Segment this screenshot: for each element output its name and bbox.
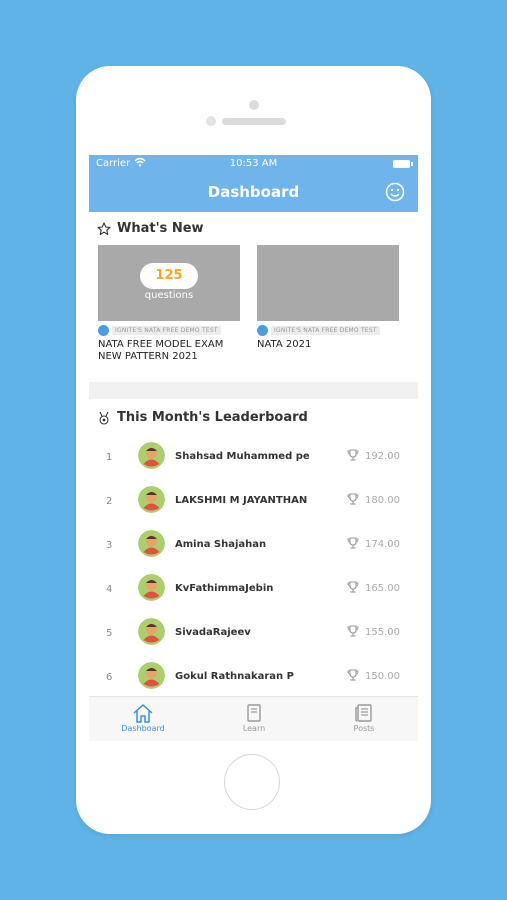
trophy-icon xyxy=(347,581,359,593)
section-divider xyxy=(89,382,418,399)
user-name: Amina Shajahan xyxy=(175,539,267,550)
medal-icon xyxy=(99,411,109,425)
pencil-icon xyxy=(98,325,109,336)
rank-number: 3 xyxy=(106,540,113,551)
document-icon xyxy=(257,325,268,336)
tab-dashboard[interactable]: Dashboard xyxy=(108,703,178,733)
trophy-icon xyxy=(347,449,359,461)
score-value: 180.00 xyxy=(365,495,400,506)
user-name: KvFathimmaJebin xyxy=(175,583,274,594)
leaderboard-row[interactable]: 5 SivadaRajeev 155.00 xyxy=(89,615,418,659)
score-value: 150.00 xyxy=(365,671,400,682)
trophy-icon xyxy=(347,493,359,505)
card-tag: IGNITE'S NATA FREE DEMO TEST xyxy=(271,326,380,335)
tab-label: Dashboard xyxy=(121,724,165,733)
phone-frame: Carrier 10:53 AM Dashboard What's New 12… xyxy=(76,66,431,834)
score-value: 155.00 xyxy=(365,627,400,638)
avatar-icon xyxy=(138,486,165,513)
score-value: 192.00 xyxy=(365,451,400,462)
card-title: NATA FREE MODEL EXAM NEW PATTERN 2021 xyxy=(98,339,224,362)
trophy-icon xyxy=(347,537,359,549)
rank-number: 2 xyxy=(106,496,113,507)
leaderboard-row[interactable]: 2 LAKSHMI M JAYANTHAN 180.00 xyxy=(89,483,418,527)
whats-new-heading: What's New xyxy=(97,221,204,236)
card-tag: IGNITE'S NATA FREE DEMO TEST xyxy=(112,326,221,335)
whats-new-card[interactable]: IGNITE'S NATA FREE DEMO TEST NATA 2021 xyxy=(257,245,399,351)
home-icon xyxy=(133,704,153,723)
card-tag-row: IGNITE'S NATA FREE DEMO TEST xyxy=(257,325,399,336)
avatar-icon xyxy=(138,442,165,469)
profile-smiley-icon[interactable] xyxy=(385,182,405,202)
sensor-dot xyxy=(206,116,216,126)
leaderboard-row[interactable]: 3 Amina Shajahan 174.00 xyxy=(89,527,418,571)
rank-number: 5 xyxy=(106,628,113,639)
avatar-icon xyxy=(138,618,165,645)
avatar-icon xyxy=(138,530,165,557)
score-value: 165.00 xyxy=(365,583,400,594)
posts-icon xyxy=(355,704,372,722)
card-tag-row: IGNITE'S NATA FREE DEMO TEST xyxy=(98,325,240,336)
whats-new-card[interactable]: 125 questions IGNITE'S NATA FREE DEMO TE… xyxy=(98,245,240,363)
front-camera xyxy=(249,100,259,110)
star-icon xyxy=(97,221,111,235)
avatar-icon xyxy=(138,662,165,689)
rank-number: 1 xyxy=(106,452,113,463)
score-value: 174.00 xyxy=(365,539,400,550)
home-button[interactable] xyxy=(224,754,280,810)
status-bar: Carrier 10:53 AM xyxy=(89,155,418,173)
leaderboard-heading: This Month's Leaderboard xyxy=(97,410,308,425)
bottom-tab-bar: Dashboard Learn Posts xyxy=(89,696,418,741)
user-name: Shahsad Muhammed pe xyxy=(175,451,310,462)
tab-learn[interactable]: Learn xyxy=(219,703,289,733)
status-time: 10:53 AM xyxy=(229,158,278,169)
leaderboard-row[interactable]: 1 Shahsad Muhammed pe 192.00 xyxy=(89,439,418,483)
app-screen: Carrier 10:53 AM Dashboard What's New 12… xyxy=(89,155,418,741)
user-name: LAKSHMI M JAYANTHAN xyxy=(175,495,308,506)
leaderboard-row[interactable]: 4 KvFathimmaJebin 165.00 xyxy=(89,571,418,615)
battery-icon xyxy=(393,160,413,168)
question-count: 125 xyxy=(140,263,198,289)
book-icon xyxy=(247,704,261,722)
app-header: Carrier 10:53 AM Dashboard xyxy=(89,155,418,212)
rank-number: 6 xyxy=(106,672,113,683)
page-title: Dashboard xyxy=(207,183,300,201)
trophy-icon xyxy=(347,669,359,681)
tab-label: Learn xyxy=(242,724,266,733)
avatar-icon xyxy=(138,574,165,601)
card-thumbnail xyxy=(257,245,399,321)
question-count-label: questions xyxy=(144,290,194,301)
rank-number: 4 xyxy=(106,584,113,595)
card-title: NATA 2021 xyxy=(257,339,312,350)
user-name: Gokul Rathnakaran P xyxy=(175,671,294,682)
trophy-icon xyxy=(347,625,359,637)
tab-posts[interactable]: Posts xyxy=(329,703,399,733)
leaderboard-label: This Month's Leaderboard xyxy=(117,410,308,425)
earpiece-speaker xyxy=(222,118,286,125)
whats-new-label: What's New xyxy=(117,221,204,236)
user-name: SivadaRajeev xyxy=(175,627,251,638)
tab-label: Posts xyxy=(353,724,375,733)
card-thumbnail: 125 questions xyxy=(98,245,240,321)
